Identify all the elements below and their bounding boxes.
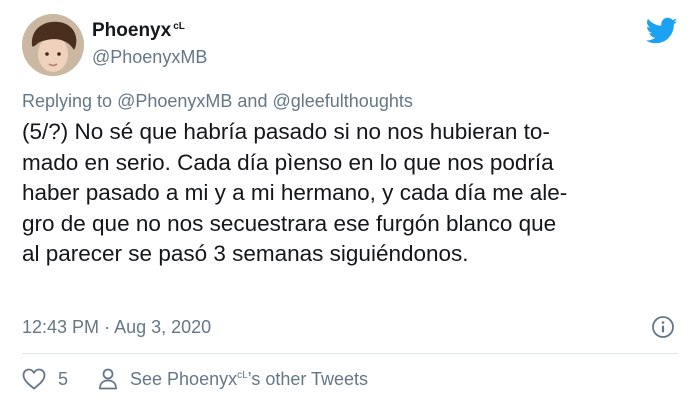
tweet-line: haber pasado a mi y a mi hermano, y cada… (22, 180, 568, 205)
replying-to-conjunction: and (237, 91, 268, 111)
see-superscript: cL (237, 369, 248, 381)
info-icon[interactable] (651, 315, 675, 339)
tweet-line: mado en serio. Cada día pìenso en lo que… (22, 149, 554, 175)
tweet-actions: 5 See PhoenyxcL’s other Tweets (22, 368, 368, 390)
tweet-text: (5/?) No sé que habría pasado si no nos … (22, 117, 672, 270)
divider (22, 353, 678, 354)
avatar[interactable] (22, 14, 84, 76)
user-handle[interactable]: @PhoenyxMB (92, 47, 207, 68)
tweet-time[interactable]: 12:43 PM (22, 317, 99, 337)
display-name[interactable]: Phoenyx cL (92, 20, 185, 42)
tweet-line: gro de que no nos secuestrara ese furgón… (22, 210, 557, 236)
mention-link[interactable]: @PhoenyxMB (117, 91, 232, 111)
tweet-line: al parecer se pasó 3 semanas siguiéndono… (22, 241, 469, 266)
replying-to-prefix: Replying to (22, 91, 113, 111)
display-name-text[interactable]: Phoenyx (92, 20, 171, 41)
replying-to: Replying to @PhoenyxMB and @gleefulthoug… (22, 91, 413, 112)
see-prefix[interactable]: See Phoenyx (130, 369, 237, 389)
mention-link[interactable]: @gleefulthoughts (272, 91, 412, 111)
tweet-timestamp[interactable]: 12:43 PM · Aug 3, 2020 (22, 317, 211, 338)
twitter-bird-icon[interactable] (646, 17, 678, 45)
tweet-line: (5/?) No sé que habría pasado si no nos … (22, 119, 550, 144)
tweet-date[interactable]: Aug 3, 2020 (114, 317, 211, 337)
person-icon[interactable] (98, 368, 118, 390)
meta-separator: · (104, 317, 111, 337)
display-name-superscript: cL (173, 20, 185, 32)
see-other-tweets-link[interactable]: See PhoenyxcL’s other Tweets (130, 369, 368, 390)
see-suffix[interactable]: ’s other Tweets (248, 369, 368, 389)
like-count[interactable]: 5 (58, 369, 68, 390)
heart-icon[interactable] (22, 368, 46, 390)
